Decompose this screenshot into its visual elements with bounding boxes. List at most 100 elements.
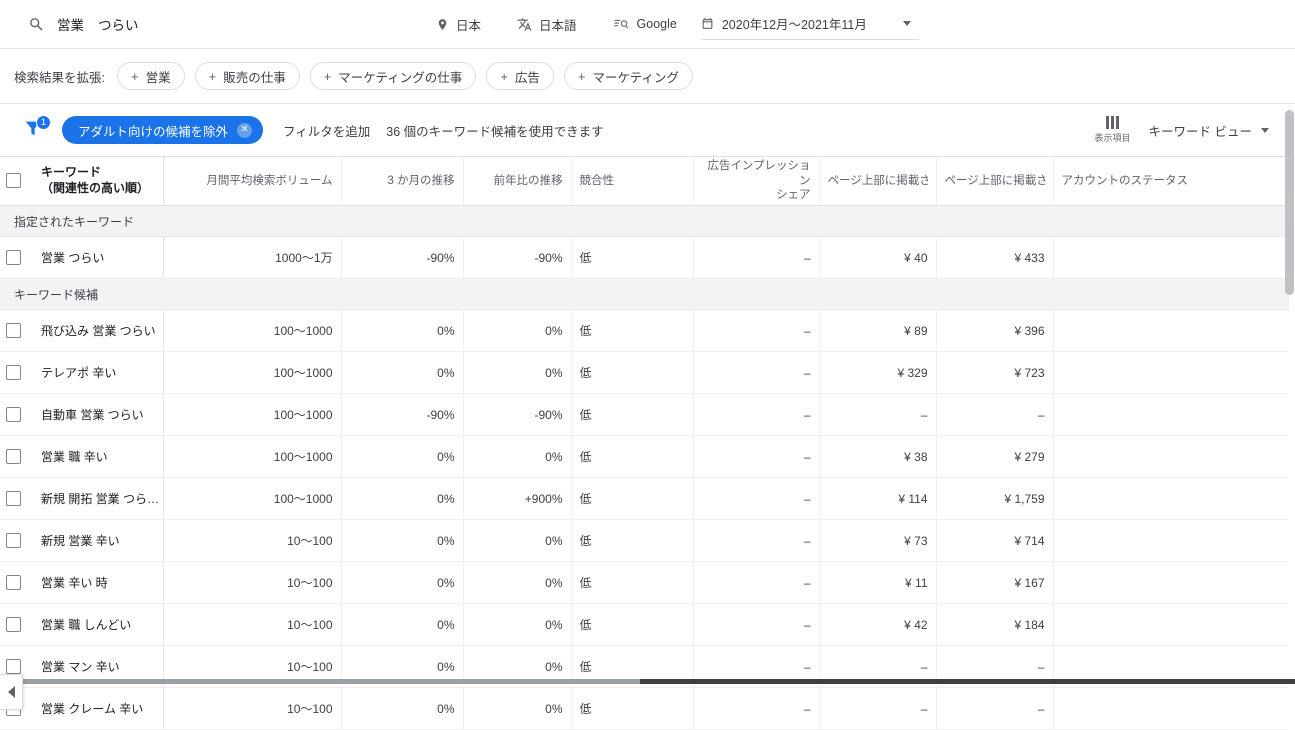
column-header-top-of-page-high[interactable]: ページ上部に掲載さ� bbox=[936, 157, 1054, 206]
table-row[interactable]: 営業 クレーム 辛い 10～100 0% 0% 低 – – – bbox=[0, 687, 1288, 730]
column-header-keyword[interactable]: キーワード （関連性の高い順） bbox=[27, 157, 164, 206]
location-selector[interactable]: 日本 bbox=[418, 9, 499, 39]
row-checkbox[interactable] bbox=[6, 323, 21, 339]
cell-account-status bbox=[1053, 236, 1288, 279]
cell-competition: 低 bbox=[571, 561, 694, 604]
table-row[interactable]: 自動車 営業 つらい 100～1000 -90% -90% 低 – – – bbox=[0, 393, 1288, 436]
search-icon bbox=[30, 17, 43, 31]
row-checkbox[interactable] bbox=[6, 491, 21, 507]
cell-top-high: ¥ 723 bbox=[936, 351, 1054, 394]
table-row[interactable]: 新規 営業 辛い 10～100 0% 0% 低 – ¥ 73 ¥ 714 bbox=[0, 519, 1288, 562]
column-header-change-yoy[interactable]: 前年比の推移 bbox=[463, 157, 572, 206]
cell-impr-share: – bbox=[693, 603, 820, 646]
row-checkbox[interactable] bbox=[6, 659, 21, 675]
filter-funnel-button[interactable]: 1 bbox=[22, 115, 51, 143]
table-row[interactable]: 新規 開拓 営業 つら… 100～1000 0% +900% 低 – ¥ 114 ¥ 1,75… bbox=[0, 477, 1288, 520]
cell-keyword[interactable]: 営業 クレーム 辛い bbox=[27, 687, 164, 730]
table-header: キーワード （関連性の高い順） 月間平均検索ボリューム 3 か月の推移 前年比の… bbox=[0, 157, 1288, 206]
filter-toolbar: 1 アダルト向けの候補を除外 ✕ フィルタを追加 36 個のキーワード候補を使用… bbox=[0, 104, 1295, 157]
cell-top-low: – bbox=[819, 393, 937, 436]
horizontal-scrollbar-thumb[interactable] bbox=[0, 679, 640, 684]
cell-changeyoy: +900% bbox=[463, 477, 572, 520]
cell-top-low: ¥ 73 bbox=[819, 519, 937, 562]
cell-impr-share: – bbox=[693, 519, 820, 562]
cell-top-high: ¥ 184 bbox=[936, 603, 1054, 646]
table-row[interactable]: テレアポ 辛い 100～1000 0% 0% 低 – ¥ 329 ¥ 723 bbox=[0, 351, 1288, 394]
row-checkbox[interactable] bbox=[6, 575, 21, 591]
cell-keyword[interactable]: 営業 つらい bbox=[27, 236, 164, 279]
row-checkbox[interactable] bbox=[6, 533, 21, 549]
cell-top-low: ¥ 329 bbox=[819, 351, 937, 394]
column-header-competition[interactable]: 競合性 bbox=[571, 157, 694, 206]
table-body: 指定されたキーワード 営業 つらい 1000～1万 -90% -90% 低 – ¥ 40 ¥ 4… bbox=[0, 205, 1289, 730]
cell-account-status bbox=[1053, 603, 1288, 646]
available-suggestions-text: 36 個のキーワード候補を使用できます bbox=[386, 124, 604, 139]
add-filter-button[interactable]: フィルタを追加 bbox=[283, 121, 370, 140]
row-select-cell bbox=[0, 603, 27, 646]
row-select-cell bbox=[0, 351, 27, 394]
row-checkbox[interactable] bbox=[6, 617, 21, 633]
cell-keyword[interactable]: 営業 職 辛い bbox=[27, 435, 164, 478]
cell-volume: 10～100 bbox=[163, 519, 342, 562]
select-all-checkbox[interactable] bbox=[6, 173, 21, 189]
cell-changeyoy: -90% bbox=[463, 393, 572, 436]
active-filter-chip[interactable]: アダルト向けの候補を除外 ✕ bbox=[62, 116, 264, 144]
expand-chip-1[interactable]: + 販売の仕事 bbox=[194, 62, 300, 90]
cell-changeyoy: 0% bbox=[463, 603, 572, 646]
column-header-volume[interactable]: 月間平均検索ボリューム bbox=[163, 157, 342, 206]
table-row[interactable]: 営業 職 しんどい 10～100 0% 0% 低 – ¥ 42 ¥ 184 bbox=[0, 603, 1288, 646]
cell-top-high: ¥ 396 bbox=[936, 309, 1054, 352]
horizontal-scrollbar[interactable] bbox=[0, 679, 1295, 684]
row-checkbox[interactable] bbox=[6, 407, 21, 423]
expand-chip-2[interactable]: + マーケティングの仕事 bbox=[309, 62, 477, 90]
cell-competition: 低 bbox=[571, 351, 694, 394]
column-header-change-3m[interactable]: 3 か月の推移 bbox=[341, 157, 464, 206]
cell-top-low: ¥ 11 bbox=[819, 561, 937, 604]
cell-keyword[interactable]: テレアポ 辛い bbox=[27, 351, 164, 394]
columns-label: 表示項目 bbox=[1094, 133, 1131, 143]
cell-keyword[interactable]: 自動車 営業 つらい bbox=[27, 393, 164, 436]
column-header-impression-share[interactable]: 広告インプレッション シェア bbox=[693, 157, 820, 206]
view-label: キーワード ビュー bbox=[1148, 124, 1252, 139]
network-selector[interactable]: Google bbox=[595, 9, 695, 39]
cell-top-high: ¥ 167 bbox=[936, 561, 1054, 604]
cell-top-low: – bbox=[819, 687, 937, 730]
cell-change3m: 0% bbox=[341, 309, 464, 352]
chevron-down-icon[interactable] bbox=[902, 21, 911, 26]
chevron-left-icon bbox=[7, 686, 15, 698]
cell-keyword[interactable]: 営業 辛い 時 bbox=[27, 561, 164, 604]
view-selector[interactable]: キーワード ビュー bbox=[1149, 121, 1269, 140]
select-all-header bbox=[0, 157, 27, 206]
row-checkbox[interactable] bbox=[6, 449, 21, 465]
expand-chip-3[interactable]: + 広告 bbox=[486, 62, 554, 90]
translate-icon bbox=[517, 17, 532, 31]
cell-account-status bbox=[1053, 687, 1288, 730]
column-header-account-status[interactable]: アカウントのステータス bbox=[1053, 157, 1288, 206]
cell-volume: 100～1000 bbox=[163, 477, 342, 520]
table-row[interactable]: 営業 辛い 時 10～100 0% 0% 低 – ¥ 11 ¥ 167 bbox=[0, 561, 1288, 604]
cell-keyword[interactable]: 営業 職 しんどい bbox=[27, 603, 164, 646]
horizontal-scroll-left-button[interactable] bbox=[0, 674, 23, 710]
cell-volume: 1000～1万 bbox=[163, 236, 342, 279]
cell-keyword[interactable]: 新規 営業 辛い bbox=[27, 519, 164, 562]
date-range-selector[interactable]: 2020年12月～2021年11月 bbox=[700, 9, 919, 40]
vertical-scrollbar-thumb[interactable] bbox=[1285, 110, 1294, 295]
cell-volume: 10～100 bbox=[163, 603, 342, 646]
search-input[interactable]: 営業 つらい bbox=[28, 9, 408, 39]
cell-keyword[interactable]: 新規 開拓 営業 つら… bbox=[27, 477, 164, 520]
table-row[interactable]: 飛び込み 営業 つらい 100～1000 0% 0% 低 – ¥ 89 ¥ 396 bbox=[0, 309, 1288, 352]
expand-results-bar: 検索結果を拡張: + 営業 + 販売の仕事 + マーケティングの仕事 + 広告 … bbox=[0, 49, 1295, 104]
close-icon[interactable]: ✕ bbox=[237, 122, 253, 138]
row-checkbox[interactable] bbox=[6, 365, 21, 381]
row-checkbox[interactable] bbox=[6, 250, 21, 266]
columns-button[interactable]: 表示項目 bbox=[1095, 116, 1131, 144]
vertical-scrollbar[interactable] bbox=[1284, 110, 1295, 694]
language-selector[interactable]: 日本語 bbox=[499, 9, 595, 39]
expand-chip-4[interactable]: + マーケティング bbox=[563, 62, 694, 90]
expand-chip-label: 販売の仕事 bbox=[223, 70, 286, 85]
table-row[interactable]: 営業 職 辛い 100～1000 0% 0% 低 – ¥ 38 ¥ 279 bbox=[0, 435, 1288, 478]
cell-keyword[interactable]: 飛び込み 営業 つらい bbox=[27, 309, 164, 352]
expand-chip-0[interactable]: + 営業 bbox=[116, 62, 185, 90]
column-header-top-of-page-low[interactable]: ページ上部に掲載さ� bbox=[819, 157, 937, 206]
table-row[interactable]: 営業 つらい 1000～1万 -90% -90% 低 – ¥ 40 ¥ 433 bbox=[0, 236, 1288, 279]
